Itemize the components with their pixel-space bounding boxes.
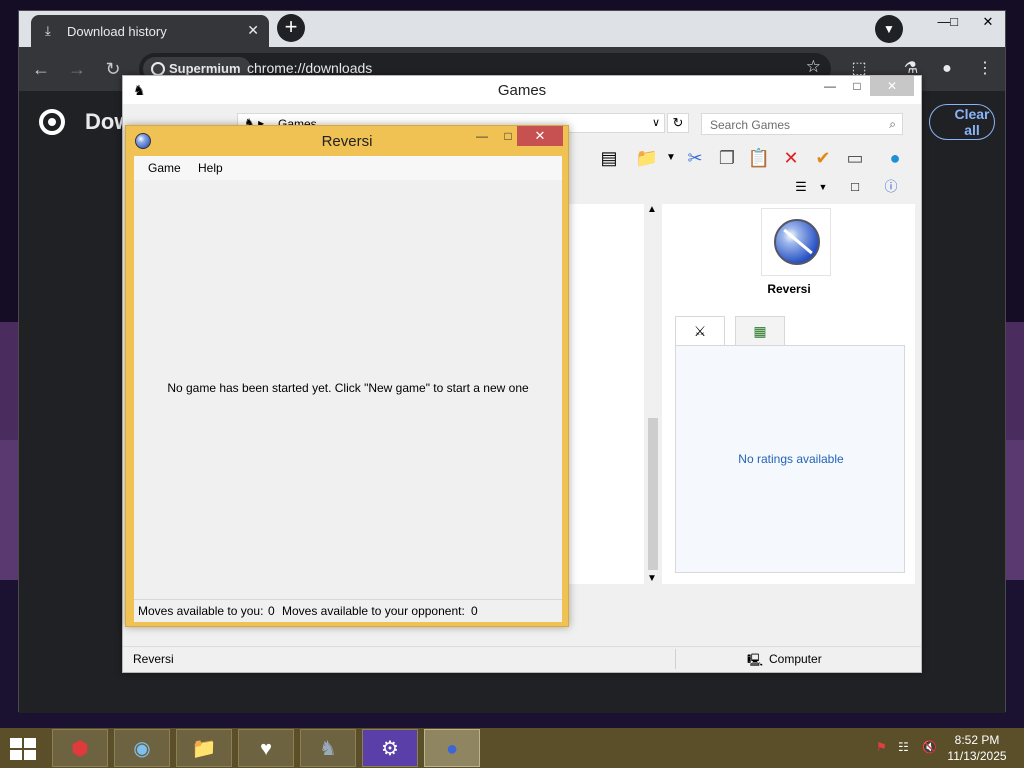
scroll-up-icon[interactable]: ▲: [647, 204, 657, 215]
explorer-maximize-button[interactable]: □: [847, 76, 867, 96]
moves-opponent-count: 0: [471, 604, 478, 618]
tab-search-button[interactable]: ▼: [875, 15, 903, 43]
clear-all-button[interactable]: Clear all: [929, 104, 995, 140]
reversi-maximize-button[interactable]: □: [498, 126, 518, 146]
menu-game[interactable]: Game: [148, 161, 181, 175]
paste-icon[interactable]: 📋: [747, 146, 771, 170]
browser-close-button[interactable]: ✕: [971, 11, 1005, 33]
reversi-large-icon: [774, 219, 820, 265]
site-chip-label: Supermium: [169, 61, 241, 76]
explorer-titlebar: ♞ Games — □ ✕: [123, 76, 921, 104]
windows-logo-icon: [10, 738, 22, 748]
status-separator: [675, 649, 676, 669]
properties-icon[interactable]: ▭: [843, 146, 867, 170]
new-tab-button[interactable]: +: [277, 14, 305, 42]
start-button[interactable]: [8, 736, 36, 760]
check-icon[interactable]: ✔: [811, 146, 835, 170]
search-input[interactable]: Search Games ⌕: [701, 113, 903, 135]
taskbar-settings-button[interactable]: ⚙: [362, 729, 418, 767]
tab-performance[interactable]: ▦: [735, 316, 785, 346]
bookmark-star-icon[interactable]: ☆: [806, 57, 821, 77]
reversi-window: Reversi — □ ✕ Game Help No game has been…: [125, 125, 569, 627]
moves-you-label: Moves available to you:: [138, 604, 264, 618]
reversi-close-button[interactable]: ✕: [517, 126, 563, 146]
explorer-close-button[interactable]: ✕: [870, 76, 914, 96]
file-list-scrollbar[interactable]: ▲ ▼: [644, 204, 662, 584]
status-location: Computer: [769, 652, 822, 666]
scroll-thumb[interactable]: [648, 418, 658, 570]
reversi-minimize-button[interactable]: —: [472, 126, 492, 146]
explorer-minimize-button[interactable]: —: [820, 76, 840, 96]
cut-icon[interactable]: ✂: [683, 146, 707, 170]
clock[interactable]: 8:52 PM 11/13/2025: [942, 732, 1012, 764]
reversi-status-bar: Moves available to you: 0 Moves availabl…: [134, 599, 562, 621]
reversi-client-area: Game Help No game has been started yet. …: [134, 156, 562, 622]
view-options-icon[interactable]: ☰: [791, 178, 811, 196]
game-name: Reversi: [767, 282, 811, 296]
game-message: No game has been started yet. Click "New…: [167, 381, 529, 395]
moves-you-count: 0: [268, 604, 275, 618]
network-icon[interactable]: ☷: [898, 740, 909, 754]
ratings-tab-icon: ⚔: [693, 323, 707, 339]
volume-muted-icon[interactable]: 🔇: [922, 740, 937, 754]
taskbar-chess-button[interactable]: ♞: [300, 729, 356, 767]
explorer-title: Games: [497, 82, 547, 99]
refresh-button[interactable]: ↻: [667, 113, 689, 133]
download-icon: ⤓: [45, 23, 51, 38]
folder-options-dropdown-icon[interactable]: ▼: [659, 146, 683, 170]
reversi-menubar: Game Help: [134, 156, 562, 180]
windows-logo-icon: [24, 738, 36, 748]
close-tab-icon[interactable]: ✕: [247, 22, 259, 39]
preview-pane-icon[interactable]: □: [845, 178, 865, 196]
taskbar-file-explorer-button[interactable]: 📁: [176, 729, 232, 767]
tab-ratings[interactable]: ⚔: [675, 316, 725, 346]
search-icon: ⌕: [889, 117, 896, 131]
folder-options-icon[interactable]: 📁: [635, 146, 659, 170]
taskbar-toolbox-button[interactable]: ⬢: [52, 729, 108, 767]
windows-logo-icon: [24, 750, 36, 760]
search-placeholder: Search Games: [710, 118, 791, 132]
globe-icon[interactable]: ●: [883, 146, 907, 170]
taskbar: ⬢ ◉ 📁 ♥ ♞ ⚙ ● ⚑ ☷ 🔇 8:52 PM 11/13/2025: [0, 728, 1024, 768]
status-bar: Reversi 🖳 Computer: [123, 646, 921, 672]
game-preview-tile: [761, 208, 831, 276]
scroll-down-icon[interactable]: ▼: [647, 573, 657, 584]
preview-pane: Reversi ⚔ ▦ No ratings available: [663, 204, 915, 584]
menu-help[interactable]: Help: [198, 161, 223, 175]
supermium-icon: [151, 62, 165, 76]
reversi-titlebar: Reversi — □ ✕: [126, 126, 568, 154]
status-selected-item: Reversi: [133, 652, 174, 666]
moves-opponent-label: Moves available to your opponent:: [282, 604, 465, 618]
taskbar-heart-app-button[interactable]: ♥: [238, 729, 294, 767]
delete-icon[interactable]: ✕: [779, 146, 803, 170]
ratings-panel: No ratings available: [675, 345, 905, 573]
chrome-logo-icon: [39, 109, 65, 135]
taskbar-reversi-button[interactable]: ●: [424, 729, 480, 767]
ratings-text: No ratings available: [738, 452, 844, 466]
tab-download-history[interactable]: ⤓ Download history ✕: [31, 15, 269, 47]
view-dropdown-icon[interactable]: ▼: [813, 178, 833, 196]
help-icon[interactable]: ⓘ: [881, 178, 901, 196]
forward-button[interactable]: →: [65, 57, 89, 81]
clock-time: 8:52 PM: [954, 733, 1000, 747]
profile-icon[interactable]: ●: [935, 57, 959, 81]
url-text: chrome://downloads: [247, 60, 373, 76]
computer-icon: 🖳: [747, 653, 764, 667]
action-center-flag-icon[interactable]: ⚑: [876, 740, 887, 754]
tab-strip: ⤓ Download history ✕ + ▼ — □ ✕: [19, 11, 1005, 47]
clock-date: 11/13/2025: [947, 749, 1007, 763]
tab-title: Download history: [67, 24, 167, 39]
performance-tab-icon: ▦: [753, 323, 767, 339]
browser-maximize-button[interactable]: □: [937, 11, 971, 33]
layout-pane-icon[interactable]: ▤: [597, 146, 621, 170]
back-button[interactable]: ←: [29, 57, 53, 81]
copy-icon[interactable]: ❐: [715, 146, 739, 170]
address-dropdown-icon[interactable]: ∨: [652, 116, 660, 129]
taskbar-browser-button[interactable]: ◉: [114, 729, 170, 767]
windows-logo-icon: [10, 750, 22, 760]
menu-kebab-icon[interactable]: ⋮: [973, 57, 997, 81]
